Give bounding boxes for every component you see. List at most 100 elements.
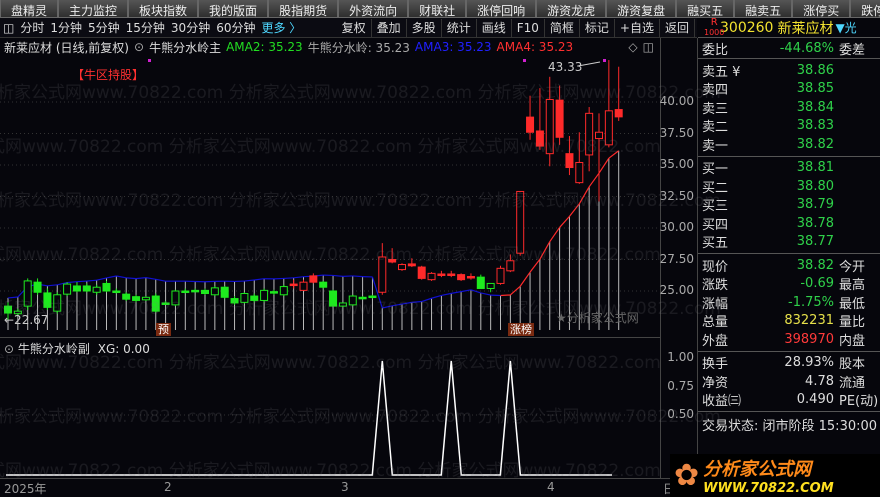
time-label-year: 2025年 xyxy=(4,482,47,496)
watershed-line-segment xyxy=(578,186,590,205)
time-label-mar: 3 xyxy=(341,480,349,494)
candle-body xyxy=(437,273,446,276)
watershed-line-segment xyxy=(155,278,166,282)
watershed-line-segment xyxy=(382,305,393,309)
candle-body xyxy=(82,285,91,292)
top-button[interactable]: 盘精灵 xyxy=(0,0,59,18)
candle-body xyxy=(457,274,466,281)
tab-period[interactable]: 15分钟 xyxy=(123,19,168,36)
watershed-line-segment xyxy=(411,300,422,304)
watershed-line-segment xyxy=(549,227,561,243)
tool-button[interactable]: 多股 xyxy=(409,19,439,36)
zhangbang-badge[interactable]: 涨榜 xyxy=(508,323,534,336)
tab-period[interactable]: 5分钟 xyxy=(85,19,123,36)
corner-toggle[interactable]: ▼光 xyxy=(835,19,856,36)
row-value: 38.77 xyxy=(796,234,834,250)
divider xyxy=(475,18,477,37)
sub-indicator-pane[interactable] xyxy=(0,339,660,478)
top-button[interactable]: 游资复盘 xyxy=(606,0,677,18)
indicator-dropdown-icon[interactable]: ⊙ xyxy=(134,40,144,54)
candle-body xyxy=(269,291,278,294)
divider xyxy=(578,18,580,37)
candle-body xyxy=(447,273,456,276)
tool-button[interactable]: 画线 xyxy=(479,19,509,36)
top-button[interactable]: 外资流向 xyxy=(338,0,409,18)
tool-button[interactable]: F10 xyxy=(514,21,542,35)
asks-row: 卖三 38.84 xyxy=(698,98,880,117)
candle-body xyxy=(407,263,416,267)
top-button[interactable]: 涨停回响 xyxy=(466,0,537,18)
row-label: 买五 xyxy=(702,236,729,252)
pane-toggle-icon[interactable]: ◫ xyxy=(643,40,654,54)
asks-row: 卖四 38.85 xyxy=(698,80,880,98)
top-button[interactable]: 我的版面 xyxy=(198,0,269,18)
watershed-line-segment xyxy=(7,296,18,299)
watershed-line-segment xyxy=(480,292,491,296)
period-toolbar: ◫ 分时 1分钟 5分钟 15分钟 30分钟 60分钟 更多 〉 复权 叠加 多股 统计 画线 F1… xyxy=(0,18,697,38)
stock-code: 300260 xyxy=(720,19,774,36)
watershed-line-segment xyxy=(588,172,600,188)
tool-button[interactable]: +自选 xyxy=(617,19,657,36)
indicator-name[interactable]: 牛熊分水岭主 xyxy=(149,39,221,56)
sub-indicator-name[interactable]: 牛熊分水岭副 xyxy=(18,342,90,356)
price-tick: 40.00 xyxy=(659,94,694,108)
candle-body xyxy=(486,282,495,289)
diamond-icon[interactable]: ◇ xyxy=(628,40,637,54)
top-button[interactable]: 涨停买 xyxy=(792,0,851,18)
top-button[interactable]: 融买五 xyxy=(676,0,735,18)
watershed-line-segment xyxy=(244,279,255,282)
row-label: 总量 xyxy=(702,315,729,331)
divider xyxy=(543,18,545,37)
top-button[interactable]: 融卖五 xyxy=(734,0,793,18)
tool-button[interactable]: 叠加 xyxy=(374,19,404,36)
candle-body xyxy=(201,289,209,295)
marker-dot xyxy=(523,59,526,62)
candle-body xyxy=(565,153,574,169)
row-value: 38.79 xyxy=(796,197,834,213)
ama3-value: AMA3: 35.23 xyxy=(414,40,492,54)
top-button[interactable]: 跌停卖 xyxy=(850,0,880,18)
tab-period[interactable]: 30分钟 xyxy=(168,19,213,36)
sub-dropdown-icon[interactable]: ⊙ xyxy=(4,342,14,356)
candle-body xyxy=(250,295,259,301)
top-button[interactable]: 股指期货 xyxy=(268,0,339,18)
tab-period[interactable]: 分时 xyxy=(17,19,47,36)
top-button[interactable]: 板块指数 xyxy=(128,0,199,18)
divider xyxy=(405,18,407,37)
time-label-feb: 2 xyxy=(164,480,172,494)
yu-badge[interactable]: 预 xyxy=(156,323,171,336)
flower-icon: ✿ xyxy=(674,458,700,493)
stats1-row: 现价 38.82 今开 xyxy=(698,256,880,275)
tool-button[interactable]: 简框 xyxy=(547,19,577,36)
tool-button[interactable]: 返回 xyxy=(662,19,692,36)
top-button[interactable]: 游资龙虎 xyxy=(536,0,607,18)
candle-body xyxy=(72,285,81,292)
divider xyxy=(613,18,615,37)
more-periods-button[interactable]: 更多 〉 xyxy=(258,19,304,36)
row-value: 38.84 xyxy=(796,99,834,115)
asks-row: 卖一 38.82 xyxy=(698,135,880,154)
candle-body xyxy=(358,296,367,300)
tool-button[interactable]: 统计 xyxy=(444,19,474,36)
candle-body xyxy=(191,289,200,293)
tool-button[interactable]: 复权 xyxy=(339,19,369,36)
tab-period[interactable]: 60分钟 xyxy=(213,19,258,36)
price-tick: 25.00 xyxy=(659,283,694,297)
candle-body xyxy=(329,290,338,307)
flag-sub: 1000 xyxy=(704,28,725,37)
candle-body xyxy=(171,290,180,306)
candle-body xyxy=(309,275,318,283)
panel-toggle-icon[interactable]: ◫ xyxy=(0,21,17,35)
top-button[interactable]: 财联社 xyxy=(408,0,467,18)
tab-period[interactable]: 1分钟 xyxy=(47,19,85,36)
row-label: 涨跌 xyxy=(702,278,729,294)
top-button[interactable]: 主力监控 xyxy=(58,0,129,18)
tool-button[interactable]: 标记 xyxy=(582,19,612,36)
candle-body xyxy=(112,290,121,293)
candle-body xyxy=(545,98,554,155)
main-kline-pane[interactable]: 【牛区持股】 ←22.67 43.33 预 涨榜 ★分析家公式网 xyxy=(0,56,660,338)
kline-chart[interactable] xyxy=(0,56,660,338)
row-label-2: 最高 xyxy=(839,278,866,294)
candle-body xyxy=(63,283,72,295)
candle-body xyxy=(151,295,160,312)
